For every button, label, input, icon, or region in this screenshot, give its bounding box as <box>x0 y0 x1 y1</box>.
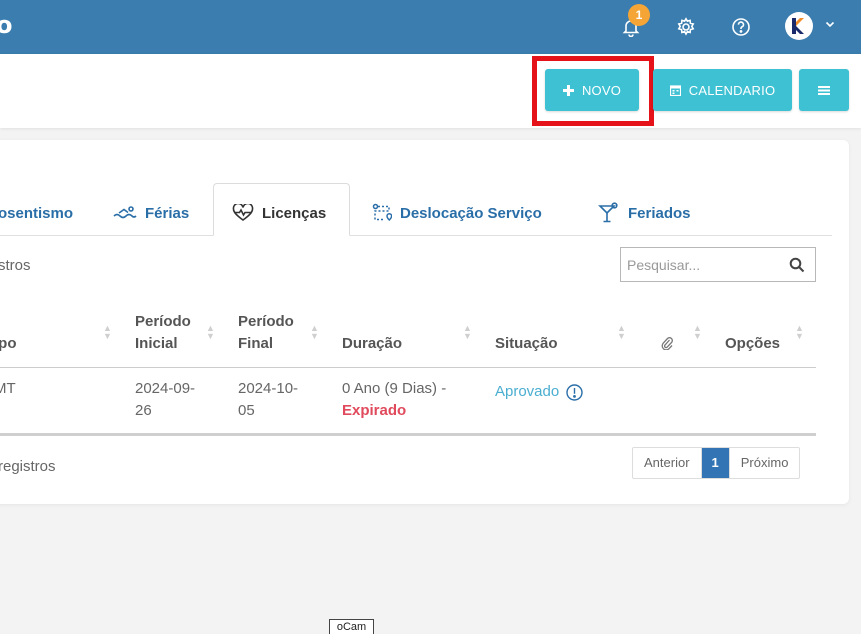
header-periodo-inicial-line1: Período <box>135 313 191 330</box>
cell-tipo: MT <box>0 380 16 397</box>
plus-icon <box>562 84 574 96</box>
header-periodo-final-line1: Período <box>238 313 294 330</box>
header-periodo-inicial[interactable]: Período Inicial <box>135 311 191 355</box>
brand-logo[interactable]: o <box>0 11 13 39</box>
ocam-taskbar-label[interactable]: oCam <box>329 619 374 634</box>
tab-licencas[interactable]: Licenças <box>232 196 326 230</box>
sort-icon[interactable]: ▲ ▼ <box>206 324 215 341</box>
sort-icon[interactable]: ▲ ▼ <box>103 324 112 341</box>
search-input[interactable] <box>621 248 781 281</box>
novo-button[interactable]: NOVO <box>545 69 639 111</box>
cell-situacao[interactable]: Aprovado <box>495 381 583 403</box>
header-tipo-label: ipo <box>0 335 17 352</box>
swimmer-icon <box>113 206 137 219</box>
menu-button[interactable] <box>799 69 849 111</box>
header-periodo-final[interactable]: Período Final <box>238 311 294 355</box>
heart-pulse-icon <box>232 204 254 221</box>
k-logo-icon <box>792 18 804 34</box>
search-box <box>620 247 816 282</box>
status-aprovado: Aprovado <box>495 383 560 400</box>
sort-icon[interactable]: ▲ ▼ <box>463 324 472 341</box>
tab-absentismo[interactable]: osentismo <box>0 196 73 230</box>
cell-periodo-inicial-line1: 2024-09- <box>135 380 196 397</box>
sort-icon[interactable]: ▲ ▼ <box>693 324 702 341</box>
table-header-divider <box>0 367 816 368</box>
header-situacao[interactable]: Situação <box>495 333 558 355</box>
pagination-next[interactable]: Próximo <box>730 448 800 478</box>
top-navbar: o 1 <box>0 0 861 54</box>
cell-periodo-inicial-line2: 26 <box>135 402 152 419</box>
search-icon[interactable] <box>789 257 805 273</box>
header-duracao-label: Duração <box>342 335 403 352</box>
info-circle-icon[interactable] <box>566 383 583 401</box>
tab-feriados-label: Feriados <box>628 204 691 222</box>
pagination-prev[interactable]: Anterior <box>633 448 702 478</box>
header-periodo-inicial-line2: Inicial <box>135 335 178 352</box>
help-icon[interactable] <box>725 11 757 43</box>
cell-periodo-inicial: 2024-09- 26 <box>135 378 195 422</box>
tab-ferias[interactable]: Férias <box>113 196 189 230</box>
cell-periodo-final-line1: 2024-10- <box>238 380 299 397</box>
calendario-button[interactable]: CALENDARIO <box>653 69 792 111</box>
sort-icon[interactable]: ▲ ▼ <box>310 324 319 341</box>
header-anexos[interactable] <box>661 335 673 357</box>
route-icon <box>372 203 392 222</box>
tab-deslocacao-label: Deslocação Serviço <box>400 204 542 222</box>
chevron-down-icon[interactable] <box>824 17 836 35</box>
expired-label: Expirado <box>342 402 407 419</box>
tab-deslocacao[interactable]: Deslocação Serviço <box>372 196 542 230</box>
header-tipo[interactable]: ipo <box>0 333 17 355</box>
gear-icon[interactable] <box>670 11 702 43</box>
header-periodo-final-line2: Final <box>238 335 274 352</box>
novo-button-label: NOVO <box>581 82 622 98</box>
notification-badge: 1 <box>628 4 650 26</box>
cocktail-icon <box>598 202 618 223</box>
tab-ferias-label: Férias <box>145 204 190 222</box>
cell-periodo-final-line2: 05 <box>238 402 255 419</box>
cell-duracao: 0 Ano (9 Dias) - Expirado <box>342 378 446 422</box>
header-situacao-label: Situação <box>495 335 558 352</box>
pagination: Anterior 1 Próximo <box>632 447 801 479</box>
hamburger-icon <box>818 85 830 95</box>
paperclip-icon <box>661 337 673 351</box>
records-per-page-label: stros <box>0 257 31 274</box>
sort-icon[interactable]: ▲ ▼ <box>795 324 804 341</box>
records-summary: registros <box>0 458 56 475</box>
user-avatar[interactable] <box>785 12 813 40</box>
calendar-icon <box>669 84 681 96</box>
tab-licencas-label: Licenças <box>262 204 327 222</box>
table-bottom-divider <box>0 433 816 436</box>
cell-periodo-final: 2024-10- 05 <box>238 378 298 422</box>
tab-absentismo-label: osentismo <box>0 204 74 222</box>
sort-icon[interactable]: ▲ ▼ <box>617 324 626 341</box>
tabs-divider <box>0 235 832 236</box>
pagination-page-1[interactable]: 1 <box>701 448 730 478</box>
header-duracao[interactable]: Duração <box>342 333 402 355</box>
header-opcoes[interactable]: Opções <box>725 333 780 355</box>
calendario-button-label: CALENDARIO <box>688 82 776 98</box>
tab-feriados[interactable]: Feriados <box>598 196 691 230</box>
cell-duracao-text: 0 Ano (9 Dias) - <box>342 380 447 397</box>
header-opcoes-label: Opções <box>725 335 781 352</box>
